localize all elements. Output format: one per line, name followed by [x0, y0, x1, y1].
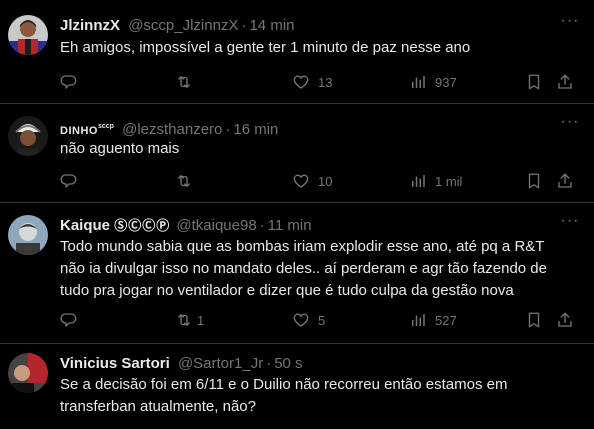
retweet-button[interactable] — [175, 171, 201, 191]
bookmark-button[interactable] — [525, 72, 543, 92]
display-name[interactable]: JlzinnzX — [60, 17, 120, 34]
tweet-header: DINHOsccp @lezsthanzero · 16 min — [60, 117, 278, 138]
display-name[interactable]: Kaique — [60, 217, 110, 234]
display-name[interactable]: DINHO — [60, 125, 98, 137]
tweet-text-line: Todo mundo sabia que as bombas iriam exp… — [60, 238, 545, 255]
like-count: 5 — [318, 312, 326, 328]
tweet-text-line: não ia divulgar isso no mandato deles.. … — [60, 260, 547, 277]
views-icon — [412, 314, 425, 326]
tweet-text: Eh amigos, impossível a gente ter 1 minu… — [60, 39, 471, 56]
reply-icon — [60, 174, 77, 188]
retweet-button[interactable]: 1 — [175, 310, 204, 330]
separator-dot: · — [266, 355, 272, 372]
views-count: 1 mil — [435, 173, 463, 189]
share-icon — [558, 74, 572, 89]
user-handle[interactable]: @Sartor1_Jr — [178, 355, 263, 372]
avatar[interactable] — [8, 353, 48, 393]
like-count: 13 — [318, 74, 333, 90]
tweet-header: JlzinnzX @sccp_JlzinnzX · 14 min — [60, 16, 295, 36]
more-dots-icon[interactable]: ··· — [560, 213, 580, 234]
timestamp[interactable]: 16 min — [233, 121, 278, 138]
reply-button[interactable] — [60, 171, 78, 191]
bookmark-icon — [528, 74, 540, 90]
like-button[interactable]: 10 — [292, 171, 332, 191]
separator-dot: · — [259, 217, 265, 234]
share-button[interactable] — [556, 310, 574, 330]
tweet-actions: 1 5 527 — [60, 310, 580, 330]
tweet-text-line: transferban atualmente, não? — [60, 398, 256, 415]
share-button[interactable] — [556, 171, 574, 191]
heart-icon — [293, 75, 309, 89]
timestamp[interactable]: 14 min — [249, 17, 294, 34]
name-badge: ⓈⒸⒸⓅ — [114, 218, 171, 233]
more-dots-icon[interactable]: ··· — [560, 114, 580, 135]
tweet-text-line: Se a decisão foi em 6/11 e o Duilio não … — [60, 376, 508, 393]
user-handle[interactable]: @lezsthanzero — [122, 121, 222, 138]
tweet[interactable]: JlzinnzX @sccp_JlzinnzX · 14 min ··· Eh am… — [0, 0, 594, 104]
tweet[interactable]: Kaique ⓈⒸⒸⓅ @tkaique98 · 11 min ··· Todo m… — [0, 202, 594, 344]
share-icon — [558, 312, 572, 327]
like-count: 10 — [318, 173, 333, 189]
separator-dot: · — [241, 17, 247, 34]
timestamp[interactable]: 11 min — [268, 217, 312, 234]
more-dots-icon[interactable]: ··· — [560, 13, 580, 34]
bookmark-icon — [528, 312, 540, 328]
heart-icon — [293, 313, 309, 327]
retweet-count: 1 — [197, 312, 205, 328]
views-button[interactable]: 527 — [409, 310, 457, 330]
share-icon — [558, 173, 572, 188]
timestamp[interactable]: 50 s — [274, 355, 302, 372]
bookmark-icon — [528, 173, 540, 189]
timeline-feed: JlzinnzX @sccp_JlzinnzX · 14 min ··· Eh am… — [0, 0, 594, 429]
reply-button[interactable] — [60, 310, 78, 330]
views-icon — [412, 175, 425, 187]
tweet[interactable]: Vinicius Sartori @Sartor1_Jr · 50 s Se a d… — [0, 343, 594, 429]
tweet[interactable]: DINHOsccp @lezsthanzero · 16 min ··· não a… — [0, 103, 594, 203]
views-icon — [412, 76, 425, 88]
retweet-icon — [178, 175, 190, 187]
share-button[interactable] — [556, 72, 574, 92]
retweet-icon — [178, 76, 190, 88]
tweet-text: Se a decisão foi em 6/11 e o Duilio não … — [60, 375, 580, 417]
tweet-header: Vinicius Sartori @Sartor1_Jr · 50 s — [60, 354, 303, 374]
avatar[interactable] — [8, 116, 48, 156]
avatar[interactable] — [8, 215, 48, 255]
tweet-text: Todo mundo sabia que as bombas iriam exp… — [60, 237, 580, 301]
views-count: 527 — [435, 312, 457, 328]
views-button[interactable]: 1 mil — [409, 171, 462, 191]
user-handle[interactable]: @sccp_JlzinnzX — [128, 17, 238, 34]
views-count: 937 — [435, 74, 457, 90]
tweet-actions: 10 1 mil — [60, 171, 580, 191]
like-button[interactable]: 5 — [292, 310, 325, 330]
name-superscript: sccp — [97, 123, 114, 130]
reply-button[interactable] — [60, 72, 78, 92]
bookmark-button[interactable] — [525, 310, 543, 330]
like-button[interactable]: 13 — [292, 72, 332, 92]
user-handle[interactable]: @tkaique98 — [176, 217, 256, 234]
retweet-icon — [178, 314, 190, 326]
heart-icon — [293, 174, 309, 188]
avatar[interactable] — [8, 15, 48, 55]
separator-dot: · — [225, 121, 231, 138]
tweet-actions: 13 937 — [60, 72, 580, 92]
views-button[interactable]: 937 — [409, 72, 457, 92]
tweet-text: não aguento mais — [60, 140, 180, 157]
retweet-button[interactable] — [175, 72, 201, 92]
reply-icon — [60, 313, 77, 327]
tweet-text-line: tudo pra jogar no ventilador e dizer que… — [60, 282, 514, 299]
reply-icon — [60, 75, 77, 89]
display-name[interactable]: Vinicius Sartori — [60, 355, 170, 372]
bookmark-button[interactable] — [525, 171, 543, 191]
tweet-header: Kaique ⓈⒸⒸⓅ @tkaique98 · 11 min — [60, 216, 312, 236]
